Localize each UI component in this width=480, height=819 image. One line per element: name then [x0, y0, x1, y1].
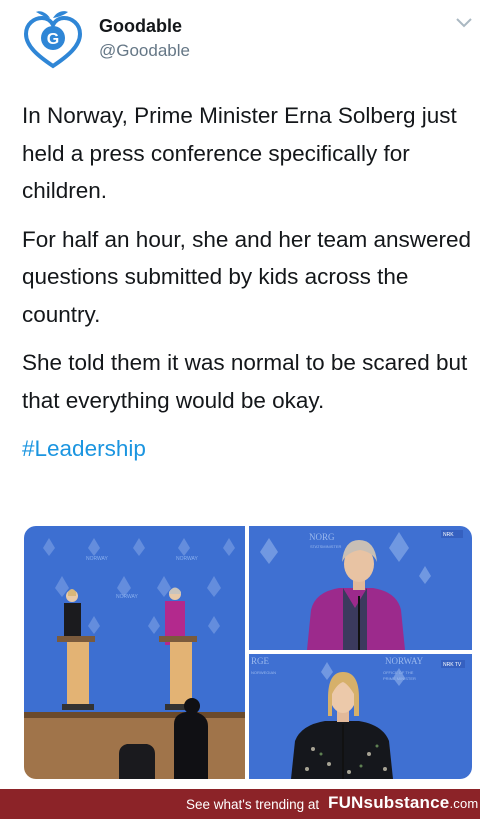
tweet-paragraph: In Norway, Prime Minister Erna Solberg j…: [22, 103, 457, 203]
brand-tld: .com: [449, 796, 479, 811]
display-name[interactable]: Goodable: [99, 16, 182, 37]
tweet-paragraph: For half an hour, she and her team answe…: [22, 226, 472, 327]
avatar-letter: G: [47, 31, 59, 48]
backdrop-text: NORWAY: [385, 656, 424, 666]
svg-text:NORWEGIAN: NORWEGIAN: [251, 670, 276, 675]
backdrop-text: NORWAY: [86, 556, 109, 562]
svg-text:OFFICE OF THE: OFFICE OF THE: [383, 670, 414, 675]
svg-text:STATSMINISTER: STATSMINISTER: [310, 544, 342, 549]
funsubstance-footer: See what's trending at FUNsubstance.com: [0, 789, 480, 819]
press-conference-photo-wide[interactable]: NORWAY NORWAY NORWAY: [24, 526, 245, 779]
brand-fun: FUN: [328, 793, 364, 812]
brand-substance: substance: [363, 793, 450, 812]
funsubstance-logo[interactable]: FUNsubstance.com: [328, 793, 478, 813]
tweet-header: G Goodable @Goodable: [0, 0, 480, 90]
media-grid: NORWAY NORWAY NORWAY NORG STATSMINISTER …: [24, 526, 472, 779]
goodable-avatar[interactable]: G: [20, 8, 86, 70]
trending-text: See what's trending at: [186, 797, 320, 812]
hashtag-link[interactable]: #Leadership: [22, 436, 146, 461]
chevron-down-icon[interactable]: [455, 17, 473, 29]
tweet-paragraph: She told them it was normal to be scared…: [22, 350, 468, 413]
speaker-closeup-photo[interactable]: RGE NORWEGIAN NORWAY OFFICE OF THE PRIME…: [249, 654, 472, 779]
tweet-body: In Norway, Prime Minister Erna Solberg j…: [22, 97, 472, 479]
svg-text:NORWAY: NORWAY: [116, 594, 139, 600]
user-handle[interactable]: @Goodable: [99, 41, 190, 61]
backdrop-text: RGE: [251, 656, 270, 666]
prime-minister-closeup-photo[interactable]: NORG STATSMINISTER NRK: [249, 526, 472, 650]
svg-text:NORWAY: NORWAY: [176, 556, 199, 562]
svg-text:PRIME MINISTER: PRIME MINISTER: [383, 676, 416, 681]
backdrop-text: NORG: [309, 532, 335, 542]
nrk-badge: NRK TV: [443, 662, 462, 668]
nrk-badge: NRK: [443, 532, 454, 538]
